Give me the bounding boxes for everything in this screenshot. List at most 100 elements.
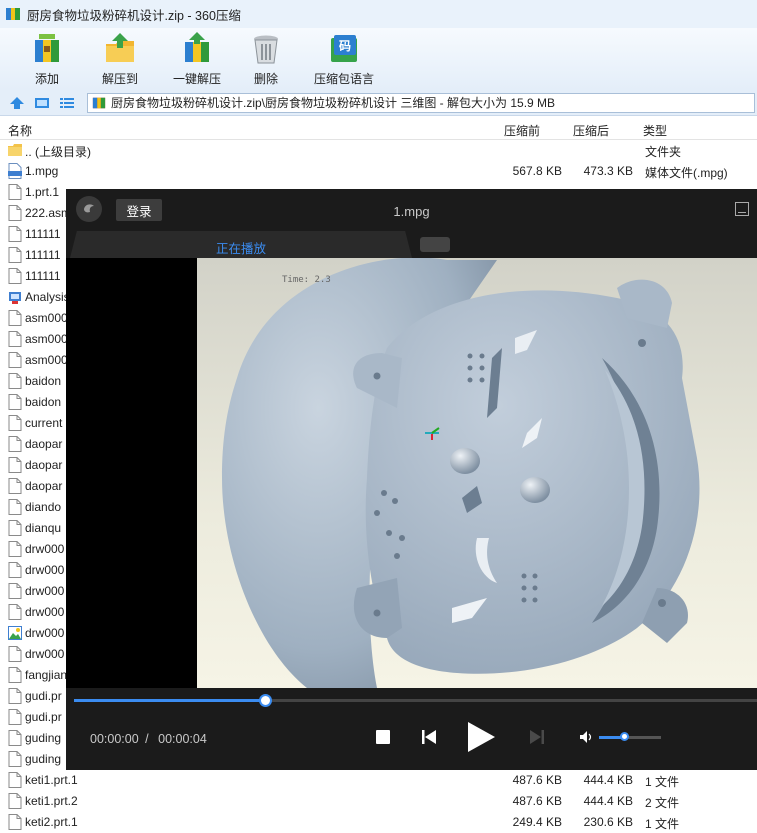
file-icon	[8, 373, 22, 389]
play-icon[interactable]	[466, 721, 496, 753]
file-name: 111111	[25, 269, 61, 283]
up-arrow-icon[interactable]	[8, 94, 26, 112]
file-size-before: 567.8 KB	[512, 164, 562, 178]
player-titlebar: 登录 1.mpg	[66, 189, 757, 231]
file-size-after: 473.3 KB	[583, 164, 633, 178]
archive-language-button[interactable]: 码 压缩包语言	[304, 28, 384, 90]
delete-trash-icon	[254, 35, 278, 64]
file-name: gudi.pr	[25, 710, 62, 724]
image-file-icon	[8, 626, 22, 640]
file-icon	[8, 331, 22, 347]
file-name: keti1.prt.2	[25, 794, 78, 808]
file-name: guding	[25, 752, 62, 766]
file-name: drw000	[25, 647, 65, 661]
file-name: daopar	[25, 479, 63, 493]
file-name: drw000	[25, 563, 65, 577]
file-size-after: 444.4 KB	[583, 773, 633, 787]
file-icon	[8, 562, 22, 578]
file-row[interactable]: keti1.prt.1 487.6 KB 444.4 KB 1 文件	[0, 770, 757, 791]
video-area[interactable]: Time: 2.3	[66, 258, 757, 688]
file-icon	[8, 814, 22, 830]
column-before[interactable]: 压缩前	[504, 122, 540, 139]
file-size-before: 487.6 KB	[512, 794, 562, 808]
file-icon	[8, 709, 22, 725]
column-after[interactable]: 压缩后	[573, 122, 609, 139]
next-icon[interactable]	[529, 729, 545, 745]
file-icon	[8, 415, 22, 431]
file-icon	[8, 499, 22, 515]
file-name: drw000	[25, 584, 65, 598]
video-overlay-text: Time: 2.3	[282, 275, 331, 285]
file-name: daopar	[25, 458, 63, 472]
zip-archive-icon	[92, 97, 106, 108]
file-name: baidon	[25, 395, 62, 409]
file-name: daopar	[25, 437, 63, 451]
file-icon	[8, 247, 22, 263]
one-click-extract-button[interactable]: 一键解压	[162, 28, 232, 90]
file-size-before: 487.6 KB	[512, 773, 562, 787]
stop-icon[interactable]	[376, 730, 390, 744]
volume-icon[interactable]	[580, 731, 594, 743]
file-icon	[8, 436, 22, 452]
file-name: dianqu	[25, 521, 62, 535]
file-icon	[8, 793, 22, 809]
file-name: keti1.prt.1	[25, 773, 78, 787]
progress-bar[interactable]	[74, 694, 757, 707]
column-type[interactable]: 类型	[643, 122, 667, 139]
file-name: gudi.pr	[25, 689, 62, 703]
file-icon	[8, 688, 22, 704]
file-icon	[8, 226, 22, 242]
window-title: 厨房食物垃圾粉碎机设计.zip - 360压缩	[27, 8, 241, 23]
toolbar: 添加 解压到 一键解压 删除 码 压缩包语言	[0, 28, 757, 90]
extract-to-button[interactable]: 解压到	[85, 28, 155, 90]
list-view-icon[interactable]	[58, 94, 76, 112]
player-title: 1.mpg	[393, 204, 430, 219]
file-size-before: 249.4 KB	[512, 815, 562, 829]
volume-slider[interactable]	[599, 732, 661, 741]
file-icon	[8, 394, 22, 410]
minimize-icon[interactable]	[735, 202, 749, 216]
previous-icon[interactable]	[421, 729, 437, 745]
file-row[interactable]: .. (上级目录) 文件夹	[0, 140, 757, 161]
file-name: guding	[25, 731, 62, 745]
tab-secondary[interactable]	[420, 237, 450, 252]
file-type: 文件夹	[645, 145, 682, 159]
file-name: drw000	[25, 626, 65, 640]
file-name: 1.mpg	[25, 164, 59, 178]
delete-button[interactable]: 删除	[231, 28, 301, 90]
file-name: 111111	[25, 248, 61, 262]
time-display: 00:00:00 / 00:00:04	[90, 732, 207, 746]
add-button[interactable]: 添加	[12, 28, 82, 90]
file-icon	[8, 205, 22, 221]
thumbnail-view-icon[interactable]	[33, 94, 51, 112]
one-click-extract-icon	[185, 32, 209, 62]
column-header: 名称 压缩前 压缩后 类型	[0, 118, 757, 140]
file-name: drw000	[25, 542, 65, 556]
file-name: 1.prt.1	[25, 185, 60, 199]
add-archive-icon	[35, 34, 59, 62]
progress-knob[interactable]	[259, 694, 273, 707]
file-name: .. (上级目录)	[25, 145, 91, 159]
file-icon	[8, 667, 22, 683]
file-icon	[8, 772, 22, 788]
path-field[interactable]: 厨房食物垃圾粉碎机设计.zip\厨房食物垃圾粉碎机设计 三维图 - 解包大小为 …	[87, 92, 755, 113]
file-type: 媒体文件(.mpg)	[645, 166, 728, 180]
file-row[interactable]: keti1.prt.2 487.6 KB 444.4 KB 2 文件	[0, 791, 757, 812]
file-row[interactable]: 1.mpg 567.8 KB 473.3 KB 媒体文件(.mpg)	[0, 161, 757, 182]
file-name: diando	[25, 500, 62, 514]
file-icon	[8, 520, 22, 536]
file-row[interactable]: keti2.prt.1 249.4 KB 230.6 KB 1 文件	[0, 812, 757, 833]
volume-knob[interactable]	[619, 732, 629, 741]
column-name[interactable]: 名称	[8, 122, 32, 139]
file-icon	[8, 604, 22, 620]
file-type: 2 文件	[645, 796, 680, 810]
file-icon	[8, 730, 22, 746]
file-name: keti2.prt.1	[25, 815, 78, 829]
file-name: asm000	[25, 311, 68, 325]
extract-to-label: 解压到	[101, 72, 138, 86]
cad-render-image: Time: 2.3	[197, 258, 757, 688]
time-total: 00:00:04	[158, 732, 207, 746]
application-icon	[9, 292, 21, 304]
file-icon	[8, 541, 22, 557]
svg-text:码: 码	[339, 39, 351, 53]
